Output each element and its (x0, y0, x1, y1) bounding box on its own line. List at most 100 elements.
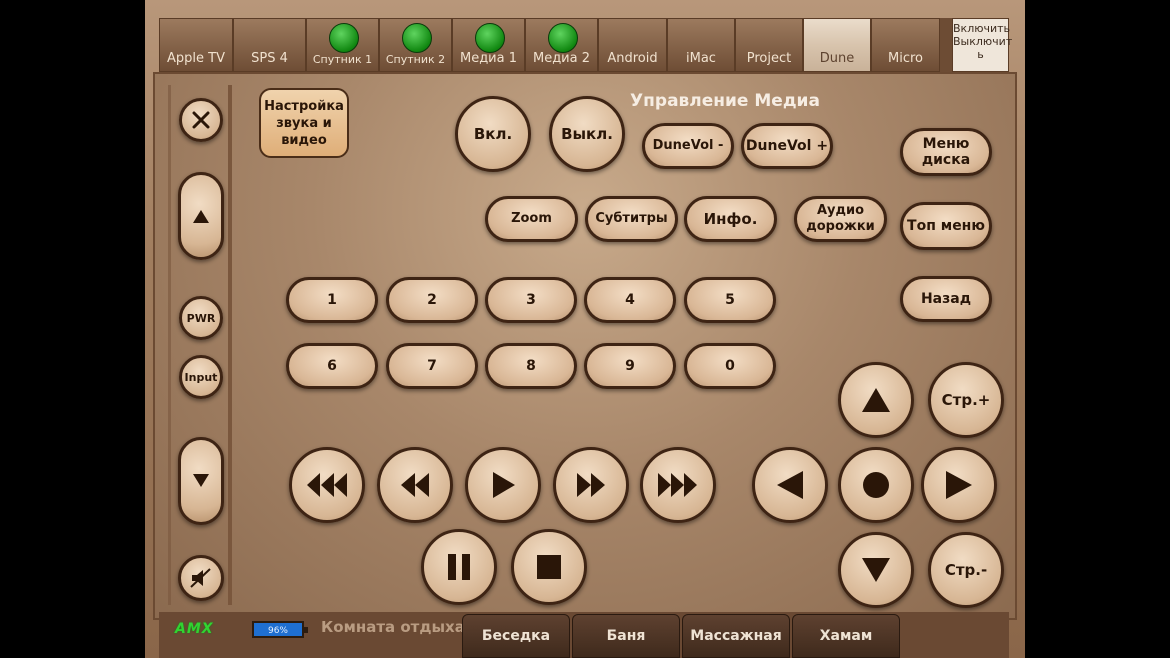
digit-8-button[interactable]: 8 (485, 343, 577, 389)
left-rail-divider (168, 85, 171, 605)
mute-icon (190, 568, 211, 588)
digit-7-button[interactable]: 7 (386, 343, 478, 389)
page-down-button[interactable]: Стр.- (928, 532, 1004, 608)
digit-label: 1 (327, 292, 337, 308)
audio-video-setup-button[interactable]: Настройка звука и видео (259, 88, 349, 158)
battery-indicator: 96% (252, 621, 308, 638)
digit-label: 7 (427, 358, 437, 374)
status-indicator-icon (547, 23, 578, 53)
digit-9-button[interactable]: 9 (584, 343, 676, 389)
digit-5-button[interactable]: 5 (684, 277, 776, 323)
room-tab-label: Массажная (690, 628, 782, 644)
power-toggle-button[interactable]: Включить Выключит ь (952, 18, 1012, 72)
zoom-button[interactable]: Zoom (485, 196, 578, 242)
tab-media-2[interactable]: Медиа 2 (525, 18, 598, 72)
audio-tracks-button[interactable]: Аудио дорожки (794, 196, 887, 242)
info-button[interactable]: Инфо. (684, 196, 777, 242)
digit-1-button[interactable]: 1 (286, 277, 378, 323)
arrow-up-icon (862, 388, 890, 412)
top-menu-label: Топ меню (907, 218, 985, 234)
page-title: Управление Медиа (630, 91, 820, 111)
arrow-right-icon (946, 471, 972, 499)
nav-left-button[interactable] (752, 447, 828, 523)
digit-3-button[interactable]: 3 (485, 277, 577, 323)
pause-icon (448, 554, 470, 580)
tab-media-1[interactable]: Медиа 1 (452, 18, 525, 72)
play-button[interactable] (465, 447, 541, 523)
page-up-button[interactable]: Стр.+ (928, 362, 1004, 438)
disc-menu-label: Меню диска (921, 136, 971, 168)
top-menu-button[interactable]: Топ меню (900, 202, 992, 250)
close-button[interactable] (179, 98, 223, 142)
setup-label: Настройка звука и видео (264, 98, 344, 148)
current-room-label: Комната отдыха (321, 618, 465, 636)
channel-down-button[interactable] (178, 437, 224, 525)
digit-0-button[interactable]: 0 (684, 343, 776, 389)
nav-right-button[interactable] (921, 447, 997, 523)
nav-up-button[interactable] (838, 362, 914, 438)
input-button[interactable]: Input (179, 355, 223, 399)
volume-up-label: DuneVol + (745, 138, 829, 154)
tab-sputnik-2[interactable]: Спутник 2 (379, 18, 452, 72)
power-off-button[interactable]: Выкл. (549, 96, 625, 172)
volume-down-button[interactable]: DuneVol - (642, 123, 734, 169)
pause-button[interactable] (421, 529, 497, 605)
back-button[interactable]: Назад (900, 276, 992, 322)
left-rail-divider (228, 85, 232, 605)
stop-button[interactable] (511, 529, 587, 605)
skip-back-button[interactable] (289, 447, 365, 523)
tab-label: Micro (888, 51, 923, 66)
volume-up-button[interactable]: DuneVol + (741, 123, 833, 169)
room-tab-label: Баня (606, 628, 646, 644)
channel-up-button[interactable] (178, 172, 224, 260)
tab-label: SPS 4 (251, 51, 288, 66)
tab-apple-tv[interactable]: Apple TV (159, 18, 233, 72)
tab-label: Медиа 2 (532, 51, 591, 66)
nav-down-button[interactable] (838, 532, 914, 608)
back-label: Назад (920, 291, 972, 307)
tab-micro[interactable]: Micro (871, 18, 940, 72)
disc-menu-button[interactable]: Меню диска (900, 128, 992, 176)
rewind-icon (401, 473, 429, 497)
status-indicator-icon (328, 23, 359, 53)
room-bar: AMX 96% Комната отдыха Беседка Баня Масс… (159, 612, 1009, 658)
room-tab-massage[interactable]: Массажная (682, 614, 790, 658)
device-tab-bar: Apple TV SPS 4 Спутник 1 Спутник 2 Медиа… (159, 18, 1012, 72)
digit-6-button[interactable]: 6 (286, 343, 378, 389)
tab-label: Спутник 1 (312, 53, 373, 66)
audio-tracks-label: Аудио дорожки (806, 203, 875, 234)
pwr-label: PWR (186, 311, 216, 325)
room-tab-label: Беседка (481, 628, 551, 644)
pwr-button[interactable]: PWR (179, 296, 223, 340)
digit-4-button[interactable]: 4 (584, 277, 676, 323)
tab-project[interactable]: Project (735, 18, 803, 72)
power-toggle-line: Включить (953, 22, 1011, 35)
rewind-button[interactable] (377, 447, 453, 523)
room-tab-hamam[interactable]: Хамам (792, 614, 900, 658)
triangle-up-icon (193, 210, 209, 223)
digit-label: 9 (625, 358, 635, 374)
room-tab-besedka[interactable]: Беседка (462, 614, 570, 658)
room-tab-banya[interactable]: Баня (572, 614, 680, 658)
page-up-label: Стр.+ (941, 391, 991, 409)
tab-dune[interactable]: Dune (803, 18, 871, 72)
digit-2-button[interactable]: 2 (386, 277, 478, 323)
tab-android[interactable]: Android (598, 18, 667, 72)
skip-forward-button[interactable] (640, 447, 716, 523)
room-tab-label: Хамам (819, 628, 873, 644)
digit-label: 8 (526, 358, 536, 374)
digit-label: 0 (725, 358, 735, 374)
fast-forward-icon (577, 473, 605, 497)
tab-sputnik-1[interactable]: Спутник 1 (306, 18, 379, 72)
nav-ok-button[interactable] (838, 447, 914, 523)
mute-button[interactable] (178, 555, 224, 601)
digit-label: 5 (725, 292, 735, 308)
fast-forward-button[interactable] (553, 447, 629, 523)
tab-sps4[interactable]: SPS 4 (233, 18, 306, 72)
amx-logo: AMX (175, 621, 214, 637)
power-on-label: Вкл. (473, 125, 513, 143)
digit-label: 4 (625, 292, 635, 308)
tab-imac[interactable]: iMac (667, 18, 735, 72)
subtitles-button[interactable]: Субтитры (585, 196, 678, 242)
power-on-button[interactable]: Вкл. (455, 96, 531, 172)
